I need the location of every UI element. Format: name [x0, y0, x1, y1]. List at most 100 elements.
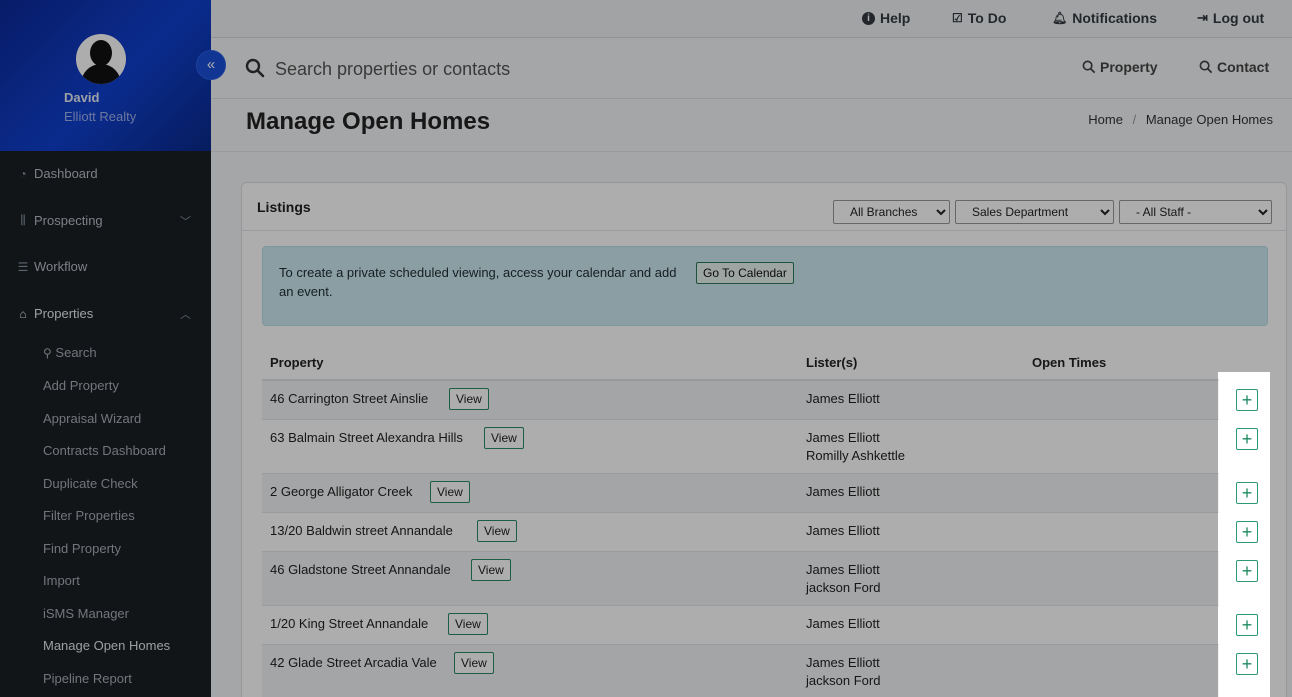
sub-item-find-property[interactable]: Find Property	[43, 541, 121, 556]
user-name: David	[64, 90, 100, 105]
add-open-time-button[interactable]: +	[1236, 614, 1258, 636]
logout-icon: ⇥	[1197, 10, 1208, 25]
double-chevron-left-icon: «	[206, 56, 216, 73]
listings-card: Listings All Branches Sales Department -…	[241, 182, 1287, 697]
nav-properties-label: Properties	[34, 306, 94, 321]
notifications-link[interactable]: 🔔︎ Notifications	[1052, 10, 1157, 26]
contact-search-link[interactable]: Contact	[1199, 59, 1269, 75]
chevron-down-icon: ﹀	[180, 215, 191, 228]
nav-dashboard[interactable]: ◔ Dashboard	[0, 166, 211, 181]
add-open-time-button[interactable]: +	[1236, 521, 1258, 543]
todo-link[interactable]: ☑ To Do	[952, 10, 1006, 26]
avatar-head	[90, 40, 112, 66]
help-link[interactable]: i Help	[862, 10, 910, 26]
sub-item-appraisal-wizard[interactable]: Appraisal Wizard	[43, 411, 141, 426]
nav-properties[interactable]: ⌂ Properties ︿	[0, 306, 211, 321]
logout-label: Log out	[1212, 10, 1265, 26]
chevron-up-icon: ︿	[180, 308, 191, 321]
go-to-calendar-button[interactable]: Go To Calendar	[696, 262, 794, 284]
sub-item-search[interactable]: ⚲ Search	[43, 345, 97, 360]
property-address: 1/20 King Street Annandale	[270, 616, 429, 631]
column-header-open-times: Open Times	[1032, 355, 1107, 370]
breadcrumb: Home / Manage Open Homes	[1088, 112, 1273, 127]
view-button[interactable]: View	[448, 613, 488, 635]
department-filter[interactable]: Sales Department	[955, 200, 1114, 224]
view-button[interactable]: View	[471, 559, 511, 581]
table-row: 46 Carrington Street Ainslie View James …	[262, 381, 1268, 420]
lister-name: James Elliott	[806, 523, 880, 538]
dashboard-icon: ◔	[19, 166, 27, 181]
search-small-icon: ⚲	[43, 346, 52, 360]
listers-cell: James Elliott jackson Ford	[806, 561, 880, 597]
collapse-sidebar-button[interactable]: «	[196, 50, 226, 80]
view-button[interactable]: View	[477, 520, 517, 542]
contact-link-label: Contact	[1217, 59, 1270, 75]
listers-cell: James Elliott	[806, 390, 880, 408]
search-icon	[1199, 60, 1213, 74]
user-organization: Elliott Realty	[64, 109, 137, 124]
table-row: 42 Glade Street Arcadia Vale View James …	[262, 645, 1268, 697]
lister-name: James Elliott	[806, 655, 880, 670]
lister-name: Romilly Ashkettle	[806, 448, 905, 463]
column-header-property: Property	[270, 355, 324, 370]
sub-item-contracts-dashboard[interactable]: Contracts Dashboard	[43, 443, 166, 458]
listers-cell: James Elliott jackson Ford	[806, 654, 880, 690]
property-address: 13/20 Baldwin street Annandale	[270, 523, 453, 538]
view-button[interactable]: View	[454, 652, 494, 674]
card-header: Listings All Branches Sales Department -…	[242, 183, 1286, 231]
lister-name: James Elliott	[806, 430, 880, 445]
add-open-time-button[interactable]: +	[1236, 653, 1258, 675]
prospecting-icon: ⫼	[20, 213, 26, 227]
search-input[interactable]	[275, 56, 875, 82]
property-address: 42 Glade Street Arcadia Vale	[270, 655, 437, 670]
property-address: 46 Gladstone Street Annandale	[270, 562, 451, 577]
sub-item-import[interactable]: Import	[43, 573, 80, 588]
lister-name: James Elliott	[806, 616, 880, 631]
view-button[interactable]: View	[484, 427, 524, 449]
sub-item-add-property[interactable]: Add Property	[43, 378, 119, 393]
sidebar: David Elliott Realty ◔ Dashboard ⫼ Prosp…	[0, 0, 211, 697]
sub-item-filter-properties[interactable]: Filter Properties	[43, 508, 135, 523]
view-button[interactable]: View	[430, 481, 470, 503]
nav-prospecting[interactable]: ⫼ Prospecting ﹀	[0, 213, 211, 228]
card-title: Listings	[257, 199, 311, 215]
sub-item-duplicate-check[interactable]: Duplicate Check	[43, 476, 138, 491]
checklist-icon: ☑	[952, 11, 963, 25]
property-address: 63 Balmain Street Alexandra Hills	[270, 430, 463, 445]
add-open-time-button[interactable]: +	[1236, 482, 1258, 504]
table-row: 46 Gladstone Street Annandale View James…	[262, 552, 1268, 606]
profile-panel: David Elliott Realty	[0, 0, 211, 151]
table-row: 63 Balmain Street Alexandra Hills View J…	[262, 420, 1268, 474]
table-row: 13/20 Baldwin street Annandale View Jame…	[262, 513, 1268, 552]
sub-item-manage-open-homes[interactable]: Manage Open Homes	[43, 638, 170, 653]
add-open-time-button[interactable]: +	[1236, 560, 1258, 582]
listers-cell: James Elliott	[806, 483, 880, 501]
info-alert: To create a private scheduled viewing, a…	[262, 246, 1268, 326]
add-open-time-button[interactable]: +	[1236, 389, 1258, 411]
staff-filter[interactable]: - All Staff -	[1119, 200, 1272, 224]
nav-workflow[interactable]: ☰ Workflow	[0, 259, 211, 274]
add-open-time-button[interactable]: +	[1236, 428, 1258, 450]
breadcrumb-current: Manage Open Homes	[1145, 112, 1273, 127]
logout-link[interactable]: ⇥ Log out	[1197, 10, 1264, 26]
branch-filter[interactable]: All Branches	[833, 200, 950, 224]
avatar[interactable]	[76, 34, 126, 84]
view-button[interactable]: View	[449, 388, 489, 410]
nav-dashboard-label: Dashboard	[34, 166, 98, 181]
sub-item-search-label: Search	[55, 345, 97, 360]
property-search-link[interactable]: Property	[1082, 59, 1158, 75]
add-open-time-column: + + + + + + +	[1219, 373, 1271, 697]
table-row: 2 George Alligator Creek View James Elli…	[262, 474, 1268, 513]
sub-item-isms-manager[interactable]: iSMS Manager	[43, 606, 129, 621]
avatar-body	[81, 64, 121, 84]
alert-text: To create a private scheduled viewing, a…	[279, 265, 677, 299]
nav-workflow-label: Workflow	[34, 259, 88, 274]
sub-item-pipeline-report[interactable]: Pipeline Report	[43, 671, 132, 686]
todo-label: To Do	[967, 10, 1007, 26]
lister-name: James Elliott	[806, 391, 880, 406]
breadcrumb-home[interactable]: Home	[1088, 112, 1123, 127]
page-title: Manage Open Homes	[246, 108, 491, 135]
workflow-icon: ☰	[17, 259, 29, 274]
nav-prospecting-label: Prospecting	[34, 213, 103, 228]
lister-name: jackson Ford	[806, 580, 881, 595]
